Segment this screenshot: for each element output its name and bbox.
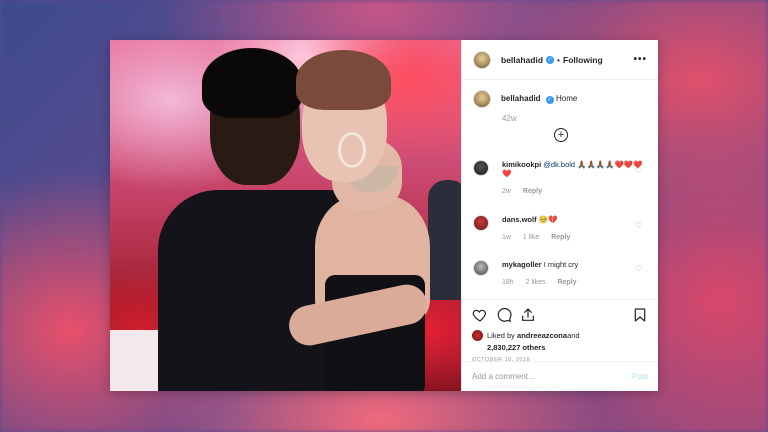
liked-by-line: Liked by andreeazcona and [472, 330, 648, 341]
caption-time[interactable]: 42w [502, 114, 517, 123]
comment-item: kimikookpi @dk.bold 🙏🏾🙏🏾🙏🏾🙏🏾❤️❤️❤️❤️ 2w … [473, 160, 648, 195]
liked-by-avatar[interactable] [472, 330, 483, 341]
comment-meta: 18h 2 likes Reply [502, 279, 587, 286]
caption-username[interactable]: bellahadid [501, 94, 541, 103]
photo-background-person [428, 180, 461, 300]
photo-woman-hair [296, 50, 391, 110]
comment-time[interactable]: 18h [502, 279, 514, 286]
post-header: bellahadid ✓ • Following ••• [462, 40, 658, 80]
comments-section: bellahadid ✓ Home 42w + kimikookpi @dk.b… [462, 80, 658, 299]
comment-avatar[interactable] [473, 215, 489, 231]
separator-dot: • [557, 54, 561, 65]
post-photo[interactable] [110, 40, 461, 391]
caption-text-line: bellahadid ✓ Home [501, 94, 577, 104]
comment-text: 🥺💔 [536, 215, 558, 224]
comment-username[interactable]: mykagoller [502, 260, 542, 269]
photo-man-hair [202, 48, 302, 118]
comment-meta: 1w 1 like Reply [502, 234, 580, 241]
verified-badge-icon: ✓ [546, 55, 555, 64]
post-date[interactable]: OCTOBER 18, 2018 [472, 357, 648, 363]
more-options-icon[interactable]: ••• [633, 54, 647, 65]
like-heart-icon[interactable] [472, 307, 488, 323]
comment-reply-button[interactable]: Reply [523, 188, 542, 195]
comment-likes[interactable]: 1 like [523, 234, 539, 241]
share-icon[interactable] [520, 307, 536, 323]
comment-username[interactable]: dans.wolf [502, 215, 537, 224]
comment-reply-button[interactable]: Reply [557, 279, 576, 286]
post-caption: bellahadid ✓ Home 42w [473, 90, 577, 123]
comment-line: kimikookpi @dk.bold 🙏🏾🙏🏾🙏🏾🙏🏾❤️❤️❤️❤️ [502, 160, 648, 178]
comment-like-heart-icon[interactable]: ♡ [635, 221, 642, 230]
comment-bubble-icon[interactable] [496, 307, 512, 323]
caption-text: Home [556, 94, 578, 103]
comment-mention[interactable]: @dk.bold [543, 160, 575, 169]
likes-count[interactable]: 2,830,227 others [487, 343, 648, 352]
comment-likes[interactable]: 2 likes [526, 279, 546, 286]
bookmark-icon[interactable] [632, 307, 648, 323]
add-comment-bar: Post [462, 361, 658, 391]
post-actions: Liked by andreeazcona and 2,830,227 othe… [462, 299, 658, 363]
comment-body: kimikookpi @dk.bold 🙏🏾🙏🏾🙏🏾🙏🏾❤️❤️❤️❤️ 2w … [502, 160, 648, 195]
liked-by-joiner: and [567, 331, 580, 340]
comment-meta: 2w Reply [502, 188, 648, 195]
comment-avatar[interactable] [473, 260, 489, 276]
post-comment-button[interactable]: Post [632, 372, 648, 381]
author-username[interactable]: bellahadid [501, 55, 543, 65]
comment-line: mykagoller I might cry [502, 260, 587, 269]
comment-time[interactable]: 1w [502, 234, 511, 241]
comment-reply-button[interactable]: Reply [551, 234, 570, 241]
comment-like-heart-icon[interactable]: ♡ [635, 166, 642, 175]
liked-by-prefix: Liked by [487, 331, 515, 340]
post-sidebar: bellahadid ✓ • Following ••• bellahadid … [461, 40, 658, 391]
following-button[interactable]: Following [563, 55, 603, 65]
author-avatar[interactable] [473, 50, 491, 69]
comment-username[interactable]: kimikookpi [502, 160, 541, 169]
comment-body: dans.wolf 🥺💔 1w 1 like Reply [502, 215, 580, 241]
liked-by-user[interactable]: andreeazcona [517, 331, 567, 340]
instagram-post-card: bellahadid ✓ • Following ••• bellahadid … [110, 40, 658, 391]
comment-body: mykagoller I might cry 18h 2 likes Reply [502, 260, 587, 286]
comment-line: dans.wolf 🥺💔 [502, 215, 580, 224]
comment-like-heart-icon[interactable]: ♡ [635, 264, 642, 273]
comment-time[interactable]: 2w [502, 188, 511, 195]
caption-avatar[interactable] [473, 90, 491, 108]
load-more-comments-icon[interactable]: + [554, 128, 568, 142]
comment-text: I might cry [541, 260, 579, 269]
action-icons [472, 306, 648, 324]
add-comment-input[interactable] [472, 372, 632, 381]
caption-verified-icon: ✓ [545, 95, 554, 104]
comment-item: mykagoller I might cry 18h 2 likes Reply [473, 260, 648, 286]
photo-earring [338, 132, 366, 168]
comment-avatar[interactable] [473, 160, 489, 176]
comment-item: dans.wolf 🥺💔 1w 1 like Reply [473, 215, 648, 241]
